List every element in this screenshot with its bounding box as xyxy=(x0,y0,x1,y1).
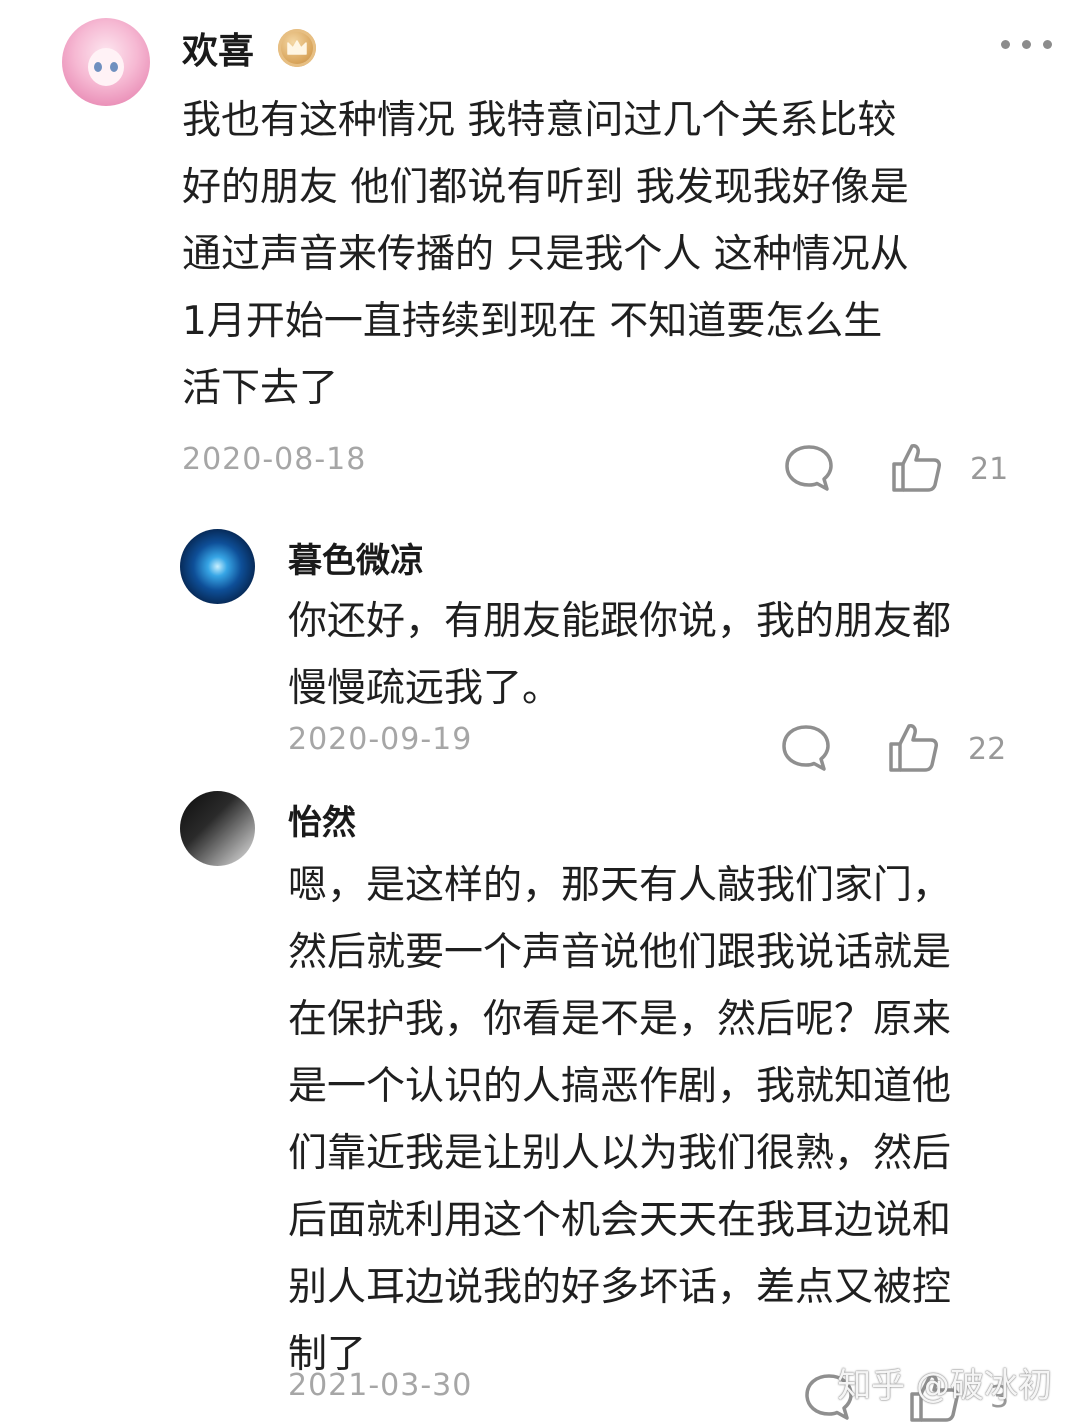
comment-line: 你还好，有朋友能跟你说，我的朋友都 xyxy=(288,599,952,644)
comment-line: 嗯，是这样的，那天有人敲我们家门， xyxy=(288,863,952,908)
avatar-eye xyxy=(94,62,102,72)
avatar[interactable] xyxy=(180,791,255,866)
watermark: 知乎 @破冰初 xyxy=(837,1366,1052,1406)
avatar[interactable] xyxy=(62,18,150,106)
comment-date: 2021-03-30 xyxy=(288,1368,473,1403)
comment-username[interactable]: 暮色微凉 xyxy=(288,533,424,582)
comment-date: 2020-08-18 xyxy=(182,442,367,477)
comment-text: 我也有这种情况 我特意问过几个关系比较 好的朋友 他们都说有听到 我发现我好像是… xyxy=(182,87,909,422)
avatar-eye xyxy=(110,62,118,72)
comment-text: 你还好，有朋友能跟你说，我的朋友都 慢慢疏远我了。 xyxy=(288,588,951,722)
thumbs-up-icon[interactable] xyxy=(887,720,941,778)
comment-line: 1月开始一直持续到现在 不知道要怎么生 xyxy=(182,299,883,344)
avatar[interactable] xyxy=(180,529,255,604)
comment-line: 好的朋友 他们都说有听到 我发现我好像是 xyxy=(182,165,909,210)
comment-line: 我也有这种情况 我特意问过几个关系比较 xyxy=(182,98,897,143)
comment-username[interactable]: 欢喜 xyxy=(182,22,254,74)
comment-date: 2020-09-19 xyxy=(288,722,473,757)
comment-line: 然后就要一个声音说他们跟我说话就是 xyxy=(288,930,952,975)
comment-line: 在保护我，你看是不是，然后呢？原来 xyxy=(288,997,952,1042)
like-count: 21 xyxy=(970,452,1009,487)
comment-line: 慢慢疏远我了。 xyxy=(288,666,562,711)
comment-line: 别人耳边说我的好多坏话，差点又被控 xyxy=(288,1265,952,1310)
like-count: 22 xyxy=(968,732,1007,767)
comment-text: 嗯，是这样的，那天有人敲我们家门， 然后就要一个声音说他们跟我说话就是 在保护我… xyxy=(288,852,951,1388)
comment-line: 后面就利用这个机会天天在我耳边说和 xyxy=(288,1198,952,1243)
comment-line: 活下去了 xyxy=(182,366,339,411)
crown-badge-icon xyxy=(278,29,316,67)
comment-line: 是一个认识的人搞恶作剧，我就知道他 xyxy=(288,1064,952,1109)
speech-bubble-icon[interactable] xyxy=(783,443,835,497)
comment-line: 们靠近我是让别人以为我们很熟，然后 xyxy=(288,1131,952,1176)
comment-line: 通过声音来传播的 只是我个人 这种情况从 xyxy=(182,232,909,277)
speech-bubble-icon[interactable] xyxy=(780,723,832,777)
more-dots-icon[interactable] xyxy=(1001,40,1052,49)
thumbs-up-icon[interactable] xyxy=(890,440,944,498)
comment-username[interactable]: 怡然 xyxy=(288,795,356,844)
